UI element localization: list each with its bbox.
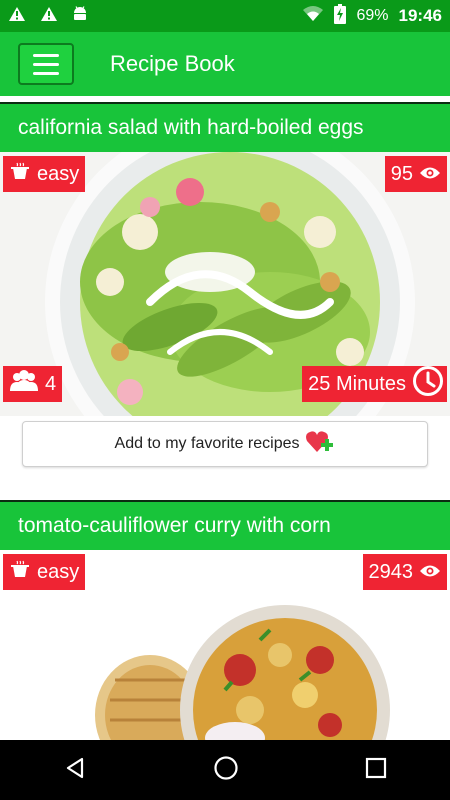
clock-time: 19:46 [398, 6, 442, 25]
recipe-card[interactable]: tomato-cauliflower curry with corn easy … [0, 502, 450, 740]
difficulty-label: easy [37, 162, 80, 185]
recipe-title[interactable]: california salad with hard-boiled eggs [0, 104, 450, 152]
battery-charging-icon [334, 3, 347, 29]
servings-count: 4 [45, 372, 57, 395]
eye-icon [419, 561, 441, 584]
back-icon[interactable] [63, 756, 87, 785]
recipe-image[interactable]: easy 2943 [0, 550, 450, 740]
recipe-list[interactable]: california salad with hard-boiled eggs e… [0, 96, 450, 740]
difficulty-label: easy [37, 560, 80, 583]
wifi-icon [302, 5, 324, 27]
recipe-image[interactable]: easy 95 4 25 Minutes [0, 152, 450, 416]
add-favorite-button[interactable]: Add to my favorite recipes [22, 421, 428, 467]
navigation-bar [0, 740, 450, 800]
views-count: 95 [390, 162, 413, 185]
android-icon [72, 5, 88, 28]
recipe-title[interactable]: tomato-cauliflower curry with corn [0, 502, 450, 550]
difficulty-badge: easy [3, 156, 86, 192]
battery-level: 69% [356, 7, 389, 24]
hamburger-icon [33, 53, 59, 57]
views-count: 2943 [368, 560, 414, 583]
eye-icon [419, 163, 441, 186]
favorite-label: Add to my favorite recipes [114, 435, 300, 452]
alert-icon [40, 6, 58, 27]
views-badge: 95 [384, 156, 447, 192]
alert-icon [8, 6, 26, 27]
menu-button[interactable] [18, 43, 74, 85]
time-badge: 25 Minutes [302, 366, 447, 402]
recents-icon[interactable] [365, 757, 387, 784]
recipe-card[interactable]: california salad with hard-boiled eggs e… [0, 104, 450, 488]
status-bar: 69% 19:46 [0, 0, 450, 32]
app-bar: Recipe Book [0, 32, 450, 96]
clock-icon [412, 365, 444, 403]
app-title: Recipe Book [110, 51, 235, 76]
views-badge: 2943 [362, 554, 447, 590]
home-icon[interactable] [213, 755, 239, 786]
servings-badge: 4 [3, 366, 63, 402]
heart-plus-icon [305, 430, 335, 459]
pot-icon [9, 162, 31, 186]
pot-icon [9, 560, 31, 584]
difficulty-badge: easy [3, 554, 86, 590]
people-icon [9, 370, 39, 398]
cook-time: 25 Minutes [308, 372, 406, 395]
